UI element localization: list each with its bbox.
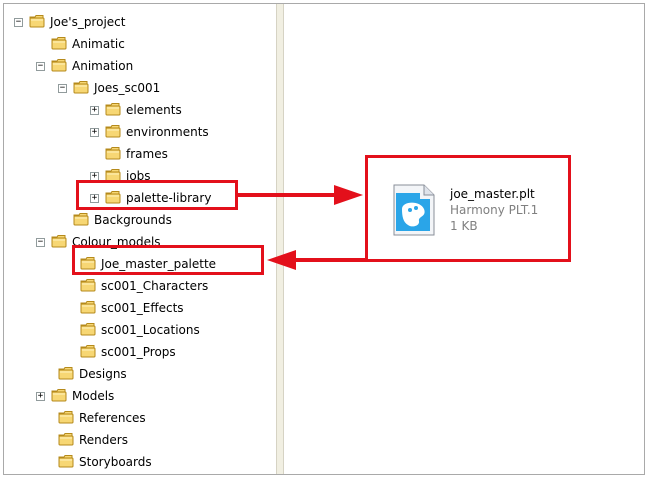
arrow-to-file-preview — [238, 185, 363, 205]
arrow-to-joe-master-palette — [267, 250, 365, 270]
annotation-arrows — [238, 185, 365, 270]
